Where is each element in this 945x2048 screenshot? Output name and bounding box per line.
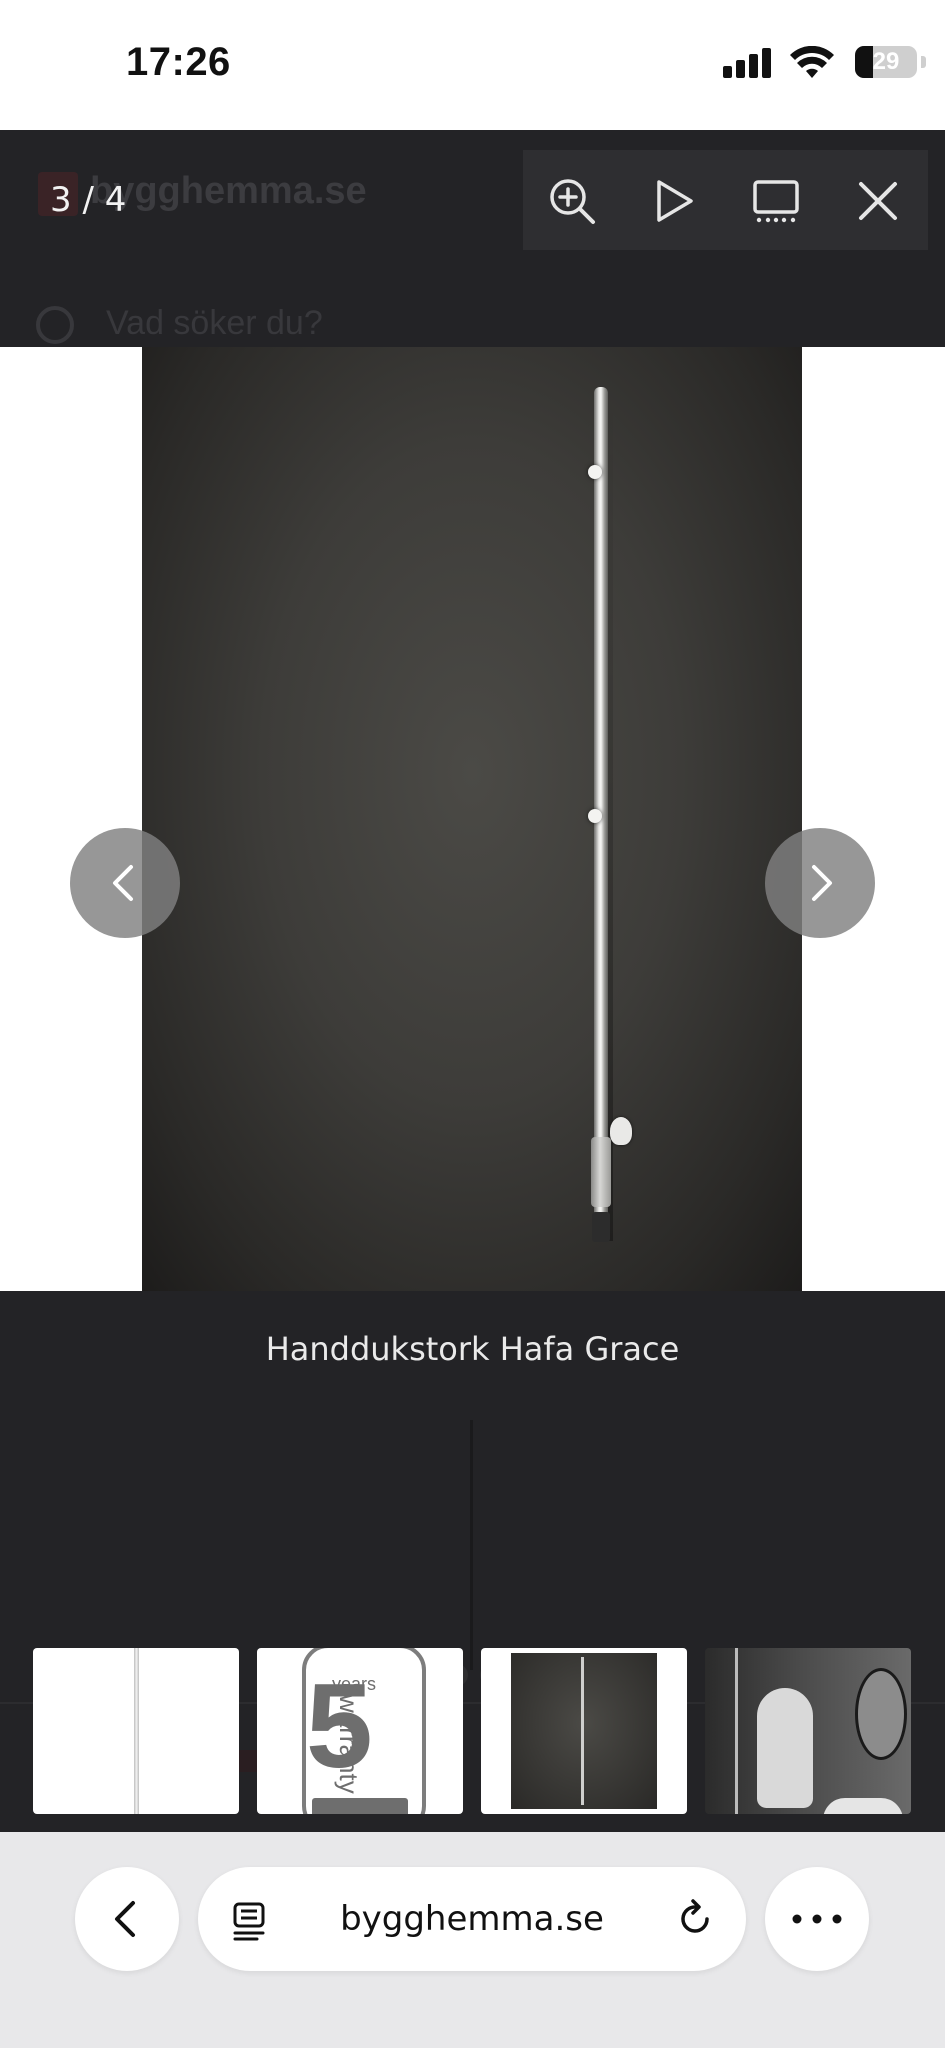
battery-icon: 29 — [855, 46, 917, 78]
wall-bracket-middle — [588, 809, 602, 823]
thumbnails-icon[interactable] — [751, 176, 801, 226]
thumbnail-4[interactable] — [705, 1648, 911, 1814]
more-icon — [792, 1914, 842, 1924]
thumbnail-rail — [581, 1657, 584, 1805]
basin — [823, 1798, 903, 1814]
chevron-left-icon — [113, 865, 133, 901]
background-search: Vad söker du? — [36, 300, 436, 350]
next-image-button[interactable] — [765, 828, 875, 938]
url-text: bygghemma.se — [340, 1899, 604, 1939]
heating-module — [591, 1137, 611, 1207]
shower-frame — [735, 1648, 738, 1814]
wifi-icon — [790, 46, 834, 78]
thumbnail-1[interactable] — [33, 1648, 239, 1814]
thumbnail-photo — [511, 1653, 657, 1809]
thumbnail-rail — [134, 1648, 139, 1814]
address-bar[interactable]: bygghemma.se — [198, 1867, 746, 1971]
product-image[interactable] — [142, 347, 802, 1291]
zoom-in-icon[interactable] — [547, 176, 597, 226]
power-connector — [610, 1117, 632, 1145]
close-icon[interactable] — [853, 176, 903, 226]
play-icon[interactable] — [649, 176, 699, 226]
more-button[interactable] — [765, 1867, 869, 1971]
thumbnail-3[interactable] — [481, 1648, 687, 1814]
towel — [757, 1688, 813, 1808]
chevron-right-icon — [812, 865, 832, 901]
battery-tip — [921, 56, 926, 68]
rail-end-cap — [592, 1212, 610, 1242]
warranty-badge: 5 years warranty — [302, 1648, 426, 1814]
gallery-toolbar — [523, 150, 928, 250]
reload-icon[interactable] — [676, 1899, 716, 1939]
chevron-left-icon — [115, 1901, 135, 1937]
back-button[interactable] — [75, 1867, 179, 1971]
image-caption: Handdukstork Hafa Grace — [265, 1330, 680, 1368]
warranty-word: warranty — [334, 1694, 364, 1794]
warranty-years: years — [332, 1674, 377, 1694]
browser-toolbar: bygghemma.se — [0, 1832, 945, 2048]
brand-logo — [312, 1798, 408, 1814]
battery-level: 29 — [872, 48, 900, 75]
image-counter: 3 / 4 — [50, 180, 127, 220]
background-search-placeholder: Vad söker du? — [106, 304, 323, 342]
mirror — [855, 1668, 907, 1760]
background-rail — [470, 1420, 473, 1670]
cellular-signal-icon — [723, 48, 773, 78]
status-bar: 17:26 29 — [0, 0, 945, 130]
search-icon — [36, 306, 74, 344]
gallery-image-stage — [0, 347, 945, 1291]
status-time: 17:26 — [126, 40, 231, 84]
thumbnail-strip: 5 years warranty — [0, 1645, 945, 1815]
previous-image-button[interactable] — [70, 828, 180, 938]
thumbnail-2[interactable]: 5 years warranty — [257, 1648, 463, 1814]
wall-bracket-top — [588, 465, 602, 479]
